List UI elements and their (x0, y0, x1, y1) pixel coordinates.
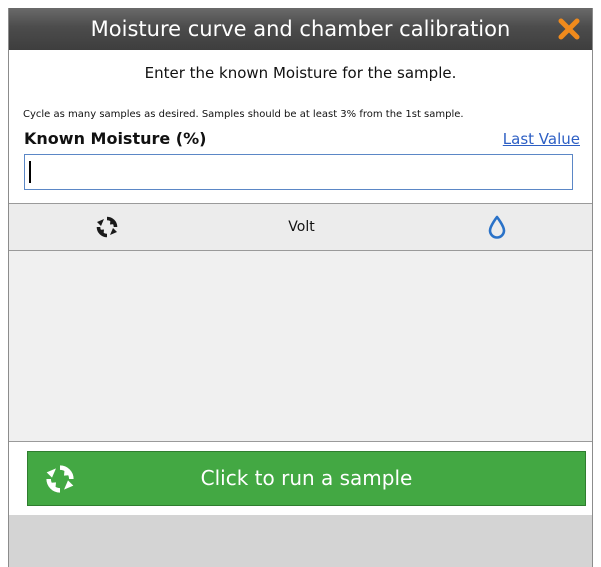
water-drop-icon (488, 215, 505, 239)
cycle-icon (96, 216, 117, 238)
column-cycle (9, 204, 204, 250)
hint-text: Cycle as many samples as desired. Sample… (23, 109, 464, 120)
close-icon (558, 18, 580, 40)
instruction-text: Enter the known Moisture for the sample. (144, 64, 457, 82)
column-moisture (399, 204, 592, 250)
footer-bar (9, 515, 592, 567)
column-volt: Volt (288, 219, 315, 235)
title-bar: Moisture curve and chamber calibration (9, 8, 592, 50)
known-moisture-input[interactable] (24, 154, 573, 190)
samples-table-body (9, 251, 592, 441)
close-button[interactable] (556, 16, 582, 42)
samples-table-header: Volt (9, 203, 592, 251)
last-value-link[interactable]: Last Value (503, 130, 580, 148)
table-divider (9, 441, 592, 442)
known-moisture-label: Known Moisture (%) (24, 129, 207, 148)
calibration-dialog: Moisture curve and chamber calibration E… (8, 8, 593, 567)
run-sample-label: Click to run a sample (200, 466, 413, 490)
dialog-title: Moisture curve and chamber calibration (90, 17, 511, 41)
run-sample-button[interactable]: Click to run a sample (27, 451, 586, 506)
text-caret (29, 161, 31, 183)
